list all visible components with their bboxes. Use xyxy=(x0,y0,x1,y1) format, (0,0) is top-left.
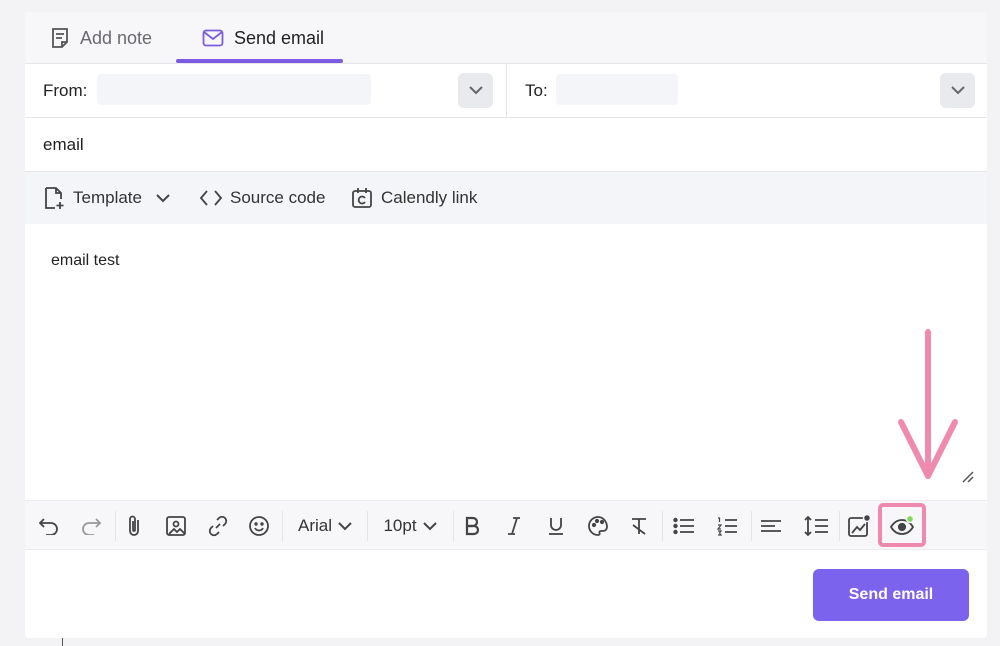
template-label: Template xyxy=(73,188,142,207)
new-file-icon xyxy=(45,187,64,209)
underline-button[interactable] xyxy=(543,509,569,543)
to-label: To: xyxy=(525,81,548,100)
calendly-link-button[interactable]: Calendly link xyxy=(351,172,477,224)
active-tab-indicator xyxy=(176,59,343,63)
italic-button[interactable] xyxy=(501,509,527,543)
bullet-list-icon xyxy=(673,517,694,535)
redo-icon xyxy=(82,518,102,535)
underline-icon xyxy=(549,518,563,535)
toolbar-separator xyxy=(453,511,454,541)
font-size-dropdown[interactable]: 10pt xyxy=(377,509,443,543)
undo-button[interactable] xyxy=(35,509,63,543)
toolbar-separator xyxy=(751,511,752,541)
image-icon xyxy=(166,516,186,536)
clear-formatting-button[interactable] xyxy=(626,509,652,543)
send-email-button[interactable]: Send email xyxy=(813,569,969,621)
toolbar-separator xyxy=(282,511,283,541)
chevron-down-icon xyxy=(950,86,965,95)
undo-icon xyxy=(38,518,58,535)
code-icon xyxy=(200,190,222,206)
image-badge-button[interactable] xyxy=(845,509,873,543)
subject-input[interactable]: email xyxy=(43,135,84,155)
email-body-editor[interactable]: email test xyxy=(25,224,987,500)
arrow-down-annotation-icon xyxy=(898,329,958,479)
line-height-button[interactable] xyxy=(801,509,831,543)
email-body-text[interactable]: email test xyxy=(51,252,119,270)
toolbar-separator xyxy=(662,511,663,541)
numbered-list-icon xyxy=(716,517,737,536)
preview-highlight-box xyxy=(878,503,926,547)
image-edit-icon xyxy=(848,514,871,537)
insert-image-button[interactable] xyxy=(163,509,189,543)
chevron-down-icon xyxy=(468,86,483,95)
recipients-row: From: To: xyxy=(25,64,987,118)
bold-button[interactable] xyxy=(459,509,485,543)
calendly-link-label: Calendly link xyxy=(381,188,478,207)
tab-send-email[interactable]: Send email xyxy=(202,12,324,64)
bold-icon xyxy=(465,516,480,536)
redo-button[interactable] xyxy=(77,509,105,543)
calendar-icon xyxy=(352,188,372,208)
font-family-dropdown[interactable]: Arial xyxy=(292,509,358,543)
text-color-button[interactable] xyxy=(585,509,611,543)
chevron-down-icon xyxy=(156,193,170,202)
email-composer: Add note Send email From: To: email Temp… xyxy=(25,12,987,638)
italic-icon xyxy=(508,517,520,535)
attach-button[interactable] xyxy=(121,509,147,543)
resize-handle-icon[interactable] xyxy=(960,469,974,483)
tab-send-email-label: Send email xyxy=(234,27,325,48)
field-divider xyxy=(506,64,507,118)
bullet-list-button[interactable] xyxy=(670,509,698,543)
tab-add-note[interactable]: Add note xyxy=(50,12,152,64)
from-dropdown-button[interactable] xyxy=(458,73,493,108)
palette-icon xyxy=(588,516,608,536)
tab-add-note-label: Add note xyxy=(80,27,153,48)
source-code-label: Source code xyxy=(230,188,326,207)
format-toolbar: Arial 10pt xyxy=(25,500,987,550)
from-label: From: xyxy=(43,81,88,100)
paperclip-icon xyxy=(129,515,139,536)
subject-row[interactable]: email xyxy=(25,118,987,172)
font-size-value: 10pt xyxy=(383,516,417,535)
tab-bar: Add note Send email xyxy=(25,12,987,64)
insert-link-button[interactable] xyxy=(205,509,231,543)
note-icon xyxy=(52,28,68,48)
align-left-icon xyxy=(761,520,781,532)
to-input[interactable] xyxy=(556,74,678,105)
cursor-mark xyxy=(62,638,63,646)
toolbar-separator xyxy=(115,511,116,541)
chevron-down-icon xyxy=(338,521,352,530)
to-dropdown-button[interactable] xyxy=(940,73,975,108)
toolbar-separator xyxy=(367,511,368,541)
clear-format-icon xyxy=(632,518,646,535)
mail-icon xyxy=(202,29,224,47)
template-toolbar: Template Source code Calendly link xyxy=(25,172,987,224)
from-input[interactable] xyxy=(97,74,371,105)
source-code-button[interactable]: Source code xyxy=(200,172,325,224)
toolbar-separator xyxy=(839,511,840,541)
align-button[interactable] xyxy=(757,509,785,543)
smiley-icon xyxy=(249,516,269,536)
chevron-down-icon xyxy=(422,521,437,530)
line-height-icon xyxy=(804,515,828,537)
emoji-button[interactable] xyxy=(246,509,272,543)
numbered-list-button[interactable] xyxy=(713,509,741,543)
font-family-value: Arial xyxy=(297,516,332,535)
template-dropdown[interactable]: Template xyxy=(43,172,170,224)
link-icon xyxy=(208,515,228,537)
